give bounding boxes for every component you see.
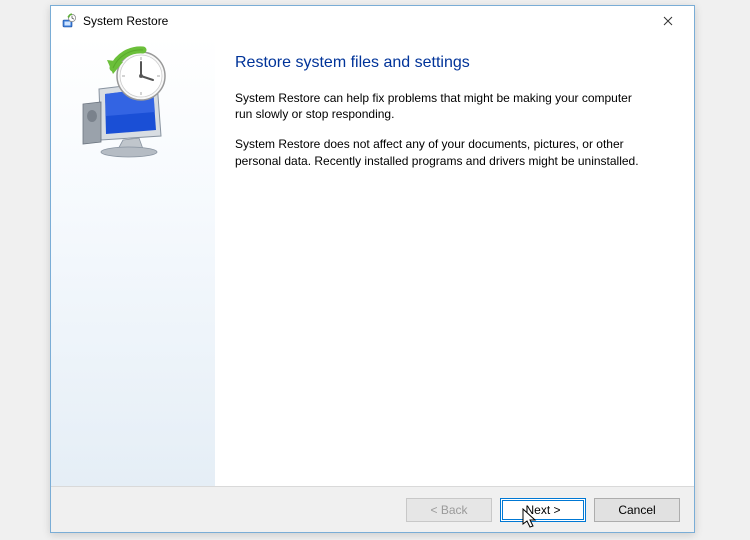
main-panel: Restore system files and settings System… [215, 36, 694, 486]
window-title: System Restore [83, 14, 648, 28]
content-area: Restore system files and settings System… [51, 36, 694, 486]
description-2: System Restore does not affect any of yo… [235, 136, 645, 168]
back-button: < Back [406, 498, 492, 522]
restore-illustration [79, 44, 189, 162]
cancel-button[interactable]: Cancel [594, 498, 680, 522]
titlebar: System Restore [51, 6, 694, 36]
wizard-sidebar [51, 36, 215, 486]
close-icon [663, 16, 673, 26]
close-button[interactable] [648, 9, 688, 33]
system-restore-dialog: System Restore [50, 5, 695, 533]
next-button[interactable]: Next > [500, 498, 586, 522]
description-1: System Restore can help fix problems tha… [235, 90, 645, 122]
wizard-footer: < Back Next > Cancel [51, 486, 694, 532]
restore-icon [61, 13, 77, 29]
page-heading: Restore system files and settings [235, 54, 666, 72]
